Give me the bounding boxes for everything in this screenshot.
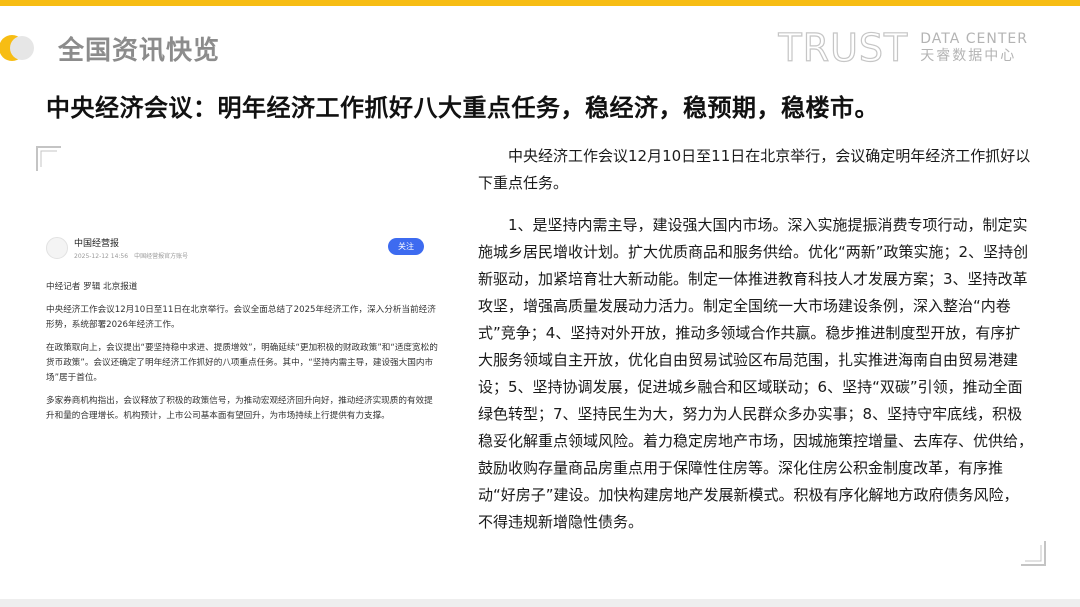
article-screenshot: 中国经营报 2025-12-12 14:56 中国经营报官方账号 关注 中经记者… <box>38 228 438 478</box>
brand-subtitle-en: DATA CENTER <box>920 31 1028 47</box>
screenshot-paragraph: 多家券商机构指出，会议释放了积极的政策信号，为推动宏观经济回升向好，推动经济实现… <box>46 396 433 421</box>
article-body: 1、是坚持内需主导，建设强大国内市场。深入实施提振消费专项行动，制定实施城乡居民… <box>478 216 1034 531</box>
bottom-bar <box>0 599 1080 607</box>
corner-bracket-icon <box>1021 541 1046 566</box>
headline: 中央经济会议：明年经济工作抓好八大重点任务，稳经济，稳预期，稳楼市。 <box>46 94 879 122</box>
article-text: 中央经济工作会议12月10日至11日在北京举行，会议确定明年经济工作抓好以下重点… <box>478 143 1033 551</box>
screenshot-paragraph: 在政策取向上，会议提出“要坚持稳中求进、提质增效”，明确延续“更加积极的财政政策… <box>46 343 438 383</box>
article-intro: 中央经济工作会议12月10日至11日在北京举行，会议确定明年经济工作抓好以下重点… <box>478 147 1031 192</box>
follow-button[interactable]: 关注 <box>388 238 424 255</box>
publish-meta: 2025-12-12 14:56 中国经营报官方账号 <box>74 253 189 260</box>
corner-bracket-icon <box>36 146 61 171</box>
publisher-avatar <box>46 237 68 259</box>
section-title: 全国资讯快览 <box>58 36 221 66</box>
top-accent-bar <box>0 0 1080 6</box>
brand-logo: TRUST DATA CENTER 天睿数据中心 <box>778 26 1028 70</box>
publisher-name: 中国经营报 <box>74 239 120 249</box>
brand-wordmark: TRUST <box>778 26 909 70</box>
screenshot-paragraph: 中央经济工作会议12月10日至11日在北京举行。会议全面总结了2025年经济工作… <box>46 305 436 330</box>
byline: 中经记者 罗辑 北京报道 <box>46 282 138 292</box>
brand-subtitle-cn: 天睿数据中心 <box>920 48 1017 64</box>
section-logo-icon <box>0 35 34 61</box>
